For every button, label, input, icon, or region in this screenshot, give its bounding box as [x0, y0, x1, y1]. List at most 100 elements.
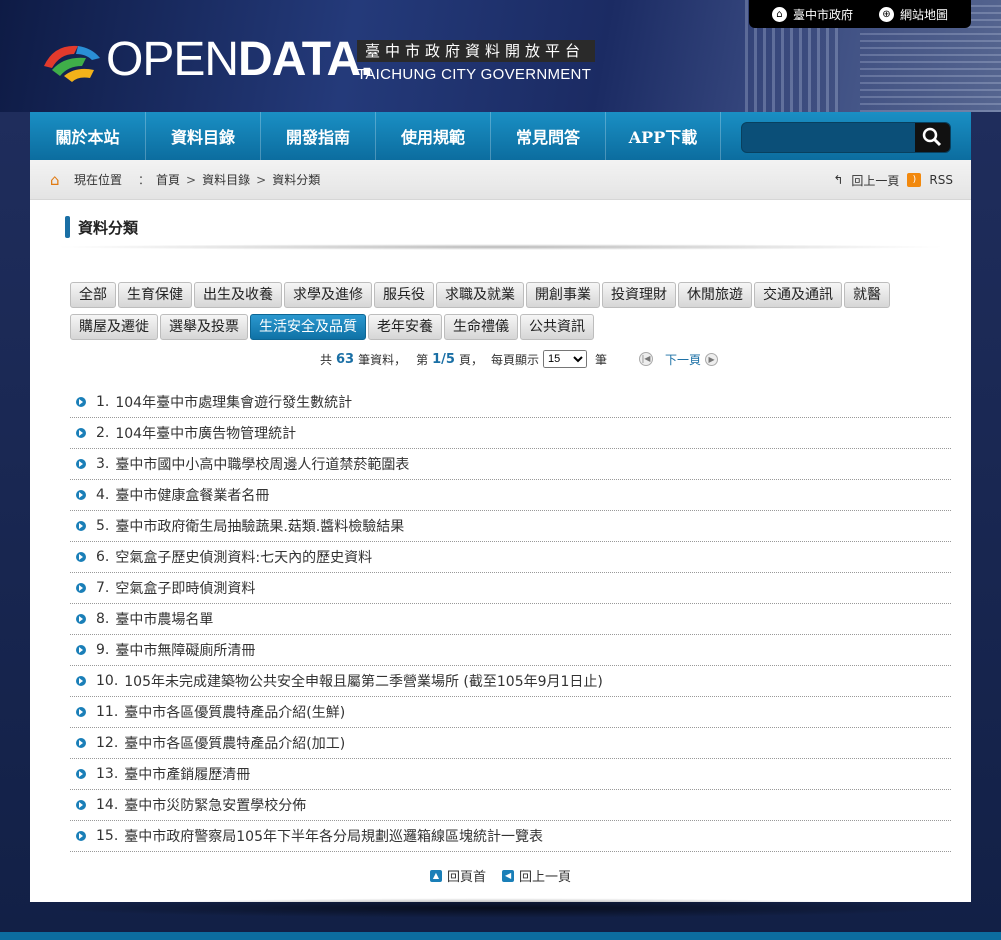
list-item-title[interactable]: 空氣盒子歷史偵測資料:七天內的歷史資料 — [115, 547, 372, 567]
list-item-title[interactable]: 臺中市農場名單 — [115, 609, 213, 629]
category-tag[interactable]: 開創事業 — [526, 282, 600, 308]
bullet-arrow-icon — [76, 397, 86, 407]
category-tag[interactable]: 求職及就業 — [436, 282, 524, 308]
category-tag[interactable]: 老年安養 — [368, 314, 442, 340]
nav-item-faq[interactable]: 常見問答 — [491, 112, 606, 160]
list-item-index: 9. — [96, 642, 110, 658]
category-tag[interactable]: 出生及收養 — [194, 282, 282, 308]
sitemap-link[interactable]: ⊕ 網站地圖 — [878, 6, 948, 23]
bottom-back-label: 回上一頁 — [519, 870, 572, 885]
category-tag[interactable]: 求學及進修 — [284, 282, 372, 308]
next-page-icon[interactable]: ▶ — [705, 352, 719, 366]
per-page-select[interactable]: 15 — [543, 350, 588, 368]
list-item-title[interactable]: 臺中市國中小高中職學校周邊人行道禁菸範圍表 — [115, 454, 409, 474]
back-to-top-link[interactable]: ▲ 回頁首 — [430, 866, 486, 885]
bullet-arrow-icon — [76, 676, 86, 686]
list-item[interactable]: 7. 空氣盒子即時偵測資料 — [70, 573, 951, 604]
list-item[interactable]: 9. 臺中市無障礙廁所清冊 — [70, 635, 951, 666]
list-item[interactable]: 1. 104年臺中市處理集會遊行發生數統計 — [70, 387, 951, 418]
list-item-title[interactable]: 臺中市無障礙廁所清冊 — [115, 640, 255, 660]
bottom-back-link[interactable]: ◀ 回上一頁 — [502, 866, 571, 885]
list-item-title[interactable]: 臺中市產銷履歷清冊 — [124, 764, 250, 784]
category-tag[interactable]: 全部 — [70, 282, 116, 308]
bullet-arrow-icon — [76, 614, 86, 624]
nav-item-terms[interactable]: 使用規範 — [376, 112, 491, 160]
nav-item-dev-guide[interactable]: 開發指南 — [261, 112, 376, 160]
list-item-index: 12. — [96, 735, 119, 751]
pager-records-label: 筆資料， — [358, 352, 407, 367]
bullet-arrow-icon — [76, 831, 86, 841]
list-item[interactable]: 11. 臺中市各區優質農特產品介紹(生鮮) — [70, 697, 951, 728]
category-tag[interactable]: 投資理財 — [602, 282, 676, 308]
bullet-arrow-icon — [76, 583, 86, 593]
list-item[interactable]: 6. 空氣盒子歷史偵測資料:七天內的歷史資料 — [70, 542, 951, 573]
category-tag[interactable]: 生育保健 — [118, 282, 192, 308]
logo-text: OPENDATA. — [106, 33, 374, 86]
pager-per-page-label: 每頁顯示 — [491, 352, 540, 367]
sitemap-icon: ⊕ — [878, 6, 894, 22]
list-item-title[interactable]: 臺中市政府警察局105年下半年各分局規劃巡邏箱線區塊統計一覽表 — [124, 826, 543, 846]
search-button[interactable] — [915, 123, 950, 152]
page-title-text: 資料分類 — [78, 218, 139, 237]
back-link[interactable]: 回上一頁 — [851, 172, 899, 189]
list-item[interactable]: 2. 104年臺中市廣告物管理統計 — [70, 418, 951, 449]
list-item-title[interactable]: 臺中市政府衛生局抽驗蔬果.菇類.醬料檢驗結果 — [115, 516, 404, 536]
rss-link[interactable]: RSS — [929, 173, 953, 187]
list-item[interactable]: 12. 臺中市各區優質農特產品介紹(加工) — [70, 728, 951, 759]
list-item-index: 4. — [96, 487, 110, 503]
logo-subtitle-en: TAICHUNG CITY GOVERNMENT — [357, 66, 592, 83]
list-item[interactable]: 13. 臺中市產銷履歷清冊 — [70, 759, 951, 790]
list-item[interactable]: 8. 臺中市農場名單 — [70, 604, 951, 635]
bullet-arrow-icon — [76, 490, 86, 500]
bullet-arrow-icon — [76, 459, 86, 469]
list-item-title[interactable]: 105年未完成建築物公共安全申報且屬第二季營業場所 (截至105年9月1日止) — [124, 671, 603, 691]
breadcrumb-home[interactable]: 首頁 — [156, 171, 180, 188]
category-tag[interactable]: 選舉及投票 — [160, 314, 248, 340]
category-tag[interactable]: 生活安全及品質 — [250, 314, 366, 340]
bullet-arrow-icon — [76, 769, 86, 779]
category-tag[interactable]: 交通及通訊 — [754, 282, 842, 308]
list-item-title[interactable]: 臺中市健康盒餐業者名冊 — [115, 485, 269, 505]
list-item-title[interactable]: 104年臺中市廣告物管理統計 — [115, 423, 296, 443]
list-item[interactable]: 10. 105年未完成建築物公共安全申報且屬第二季營業場所 (截至105年9月1日… — [70, 666, 951, 697]
pager-page-suffix: 頁， — [458, 352, 483, 367]
list-item-title[interactable]: 臺中市各區優質農特產品介紹(生鮮) — [124, 702, 345, 722]
breadcrumb-colon: ： — [138, 173, 151, 187]
category-tag[interactable]: 服兵役 — [374, 282, 434, 308]
page-title: 資料分類 — [65, 216, 138, 238]
bullet-arrow-icon — [76, 521, 86, 531]
site-header: ⌂ 臺中市政府 ⊕ 網站地圖 OPENDATA. 臺中市政府資料開放平台 TAI… — [0, 0, 1001, 112]
search-input[interactable] — [742, 123, 917, 152]
nav-item-about[interactable]: 關於本站 — [30, 112, 146, 160]
house-icon: ⌂ — [771, 6, 787, 22]
content-panel: ⌂ 現在位置 ： 首頁 > 資料目錄 > 資料分類 ↰ 回上一頁 ) RSS 資… — [30, 160, 971, 902]
pager-per-page-unit: 筆 — [595, 352, 608, 367]
site-logo[interactable]: OPENDATA. — [34, 33, 374, 86]
category-tag[interactable]: 購屋及遷徙 — [70, 314, 158, 340]
list-item[interactable]: 5. 臺中市政府衛生局抽驗蔬果.菇類.醬料檢驗結果 — [70, 511, 951, 542]
list-item-title[interactable]: 臺中市災防緊急安置學校分佈 — [124, 795, 306, 815]
first-page-icon[interactable]: |◀ — [639, 352, 654, 366]
list-item-title[interactable]: 臺中市各區優質農特產品介紹(加工) — [124, 733, 345, 753]
category-tag[interactable]: 公共資訊 — [520, 314, 594, 340]
list-item[interactable]: 3. 臺中市國中小高中職學校周邊人行道禁菸範圍表 — [70, 449, 951, 480]
category-tag[interactable]: 生命禮儀 — [444, 314, 518, 340]
category-tag[interactable]: 休閒旅遊 — [678, 282, 752, 308]
list-item-title[interactable]: 104年臺中市處理集會遊行發生數統計 — [115, 392, 352, 412]
breadcrumb-catalog[interactable]: 資料目錄 — [202, 171, 250, 188]
list-item-title[interactable]: 空氣盒子即時偵測資料 — [115, 578, 255, 598]
bullet-arrow-icon — [76, 552, 86, 562]
logo-subtitle: 臺中市政府資料開放平台 TAICHUNG CITY GOVERNMENT — [357, 40, 595, 83]
list-item-index: 15. — [96, 828, 119, 844]
category-tag[interactable]: 就醫 — [844, 282, 890, 308]
pager-prefix: 共 — [320, 352, 333, 367]
pager: 共 63 筆資料， 第 1/5 頁， 每頁顯示 15 筆 |◀ 下一頁 ▶ — [320, 350, 719, 368]
gov-link[interactable]: ⌂ 臺中市政府 — [771, 6, 853, 23]
nav-item-app[interactable]: APP下載 — [606, 112, 721, 160]
list-item[interactable]: 15. 臺中市政府警察局105年下半年各分局規劃巡邏箱線區塊統計一覽表 — [70, 821, 951, 852]
nav-item-catalog[interactable]: 資料目錄 — [146, 112, 261, 160]
next-page-link[interactable]: 下一頁 — [665, 351, 701, 368]
list-item-index: 6. — [96, 549, 110, 565]
list-item[interactable]: 14. 臺中市災防緊急安置學校分佈 — [70, 790, 951, 821]
list-item[interactable]: 4. 臺中市健康盒餐業者名冊 — [70, 480, 951, 511]
